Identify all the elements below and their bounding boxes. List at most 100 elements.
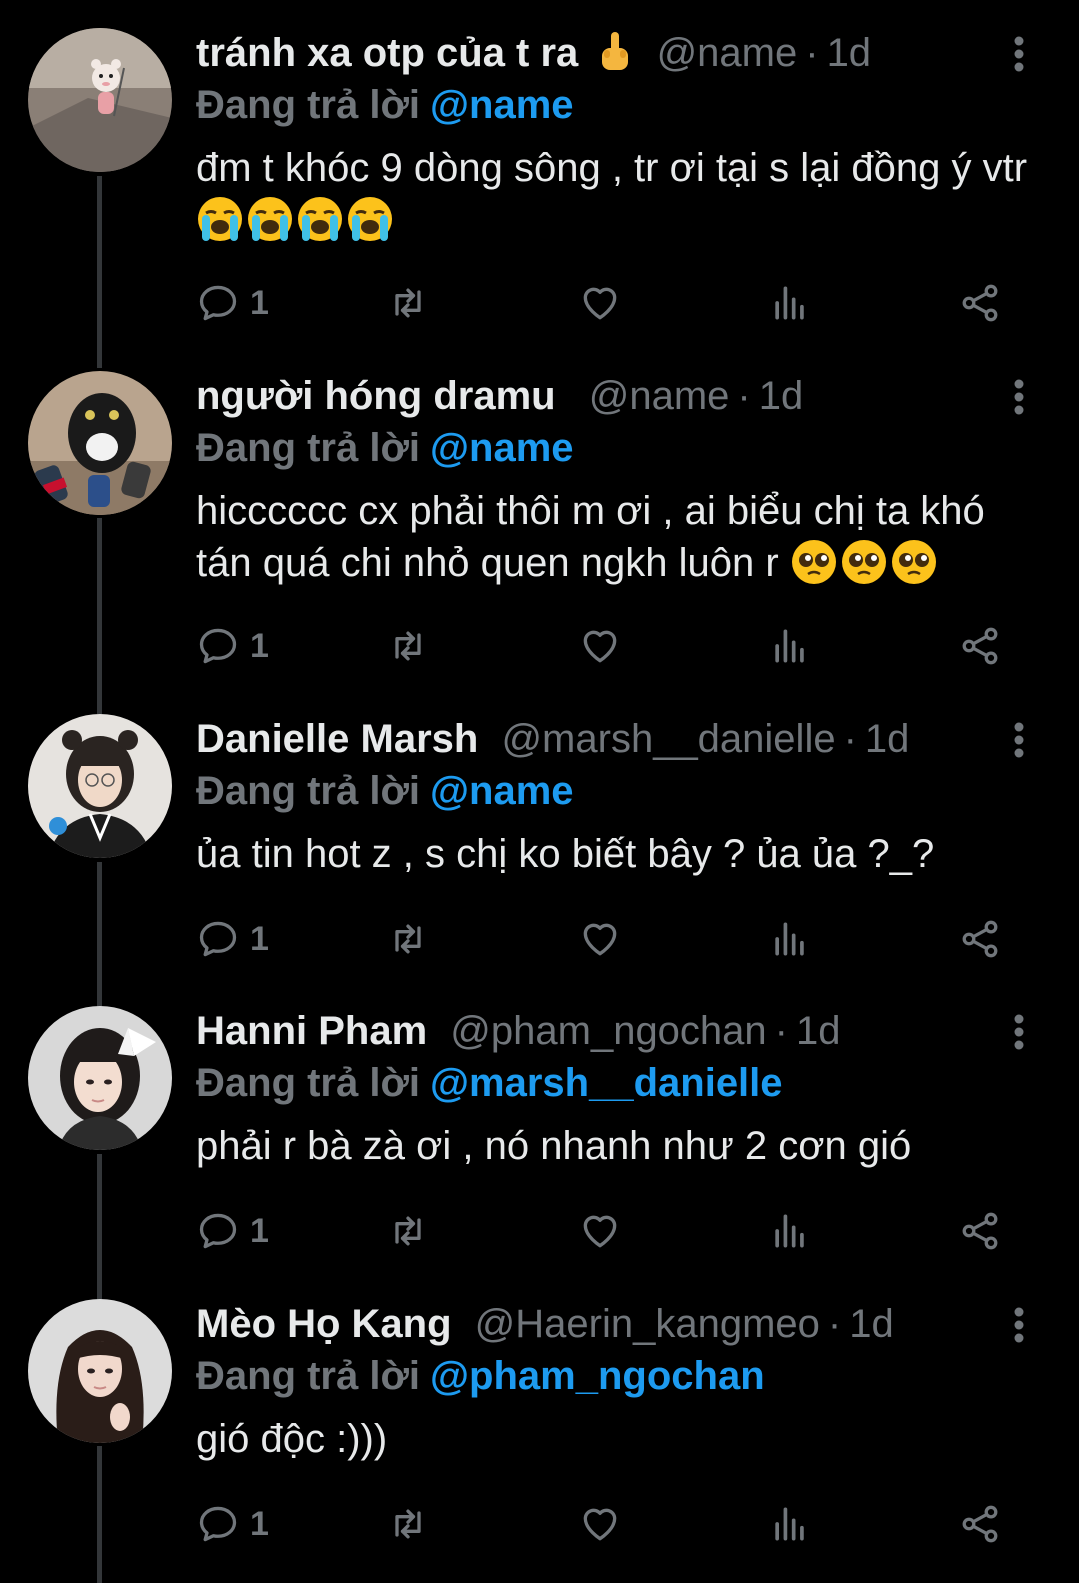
replying-to-label: Đang trả lời [196,1061,421,1105]
display-name[interactable]: tránh xa otp của t ra [196,31,578,75]
tweet[interactable]: Mèo Họ Kang @Haerin_kangmeo · 1d Đang trả … [0,1271,1079,1563]
avatar[interactable] [28,1299,172,1443]
tweet[interactable]: Hanni Pham @pham_ngochan · 1d Đang trả lời… [0,978,1079,1270]
timestamp[interactable]: 1d [796,1009,841,1053]
tweet-text: đm t khóc 9 dòng sông , tr ơi tại s lại … [196,142,1046,246]
user-handle[interactable]: @name [657,31,798,75]
tweet-text: gió độc :))) [196,1413,1046,1465]
tweet-text-content: đm t khóc 9 dòng sông , tr ơi tại s lại … [196,146,1028,190]
timestamp[interactable]: 1d [759,374,804,418]
views-icon [775,1214,804,1248]
tweet[interactable]: người hóng dramu @name · 1d Đang trả lời @n… [0,343,1079,665]
reply-count: 1 [250,626,269,665]
reply-button[interactable]: 1 [196,621,269,671]
reply-button[interactable]: 1 [196,278,269,328]
like-icon [583,287,617,320]
pleading-face-emoji [841,540,886,584]
separator-dot: · [737,374,751,418]
like-button[interactable] [578,914,622,964]
like-button[interactable] [578,621,622,671]
replying-to-label: Đang trả lời [196,426,421,470]
tweet[interactable]: Danielle Marsh @marsh__danielle · 1d Đang … [0,686,1079,978]
views-button[interactable] [768,914,812,964]
avatar-image [28,1006,172,1150]
share-button[interactable] [958,1499,1002,1549]
share-button[interactable] [958,914,1002,964]
views-icon [775,629,804,663]
timestamp[interactable]: 1d [849,1302,894,1346]
replying-to: Đang trả lời @name [196,765,574,817]
retweet-button[interactable] [386,278,430,328]
display-name[interactable]: Hanni Pham [196,1009,427,1053]
more-options-icon[interactable] [1013,1014,1025,1050]
user-handle[interactable]: @name [589,374,730,418]
retweet-button[interactable] [386,1499,430,1549]
tweet-header: người hóng dramu @name · 1d [196,371,803,421]
share-icon [962,284,998,322]
like-icon [583,1508,617,1541]
replying-to-handle[interactable]: @pham_ngochan [430,1354,765,1398]
reply-icon [199,628,237,664]
replying-to-handle[interactable]: @name [430,769,574,813]
like-button[interactable] [578,1499,622,1549]
middle-finger-emoji [602,32,629,70]
share-button[interactable] [958,621,1002,671]
retweet-button[interactable] [386,1206,430,1256]
tweet[interactable]: tránh xa otp của t ra @name · 1d Đang trả … [0,0,1079,322]
replying-to-handle[interactable]: @name [430,426,574,470]
pleading-face-emoji [791,540,836,584]
views-icon [775,922,804,956]
replying-to: Đang trả lời @marsh__danielle [196,1057,783,1109]
timestamp[interactable]: 1d [827,31,872,75]
like-button[interactable] [578,278,622,328]
like-icon [583,630,617,663]
retweet-button[interactable] [386,914,430,964]
avatar-image [28,371,172,515]
avatar[interactable] [28,1006,172,1150]
avatar[interactable] [28,371,172,515]
user-handle[interactable]: @pham_ngochan [450,1009,766,1053]
retweet-button[interactable] [386,621,430,671]
user-handle[interactable]: @marsh__danielle [501,717,835,761]
more-options-icon[interactable] [1013,379,1025,415]
avatar-image [28,714,172,858]
reply-button[interactable]: 1 [196,1206,269,1256]
replying-to: Đang trả lời @name [196,79,574,131]
tweet-actions: 1 [196,914,1016,964]
reply-button[interactable]: 1 [196,1499,269,1549]
timestamp[interactable]: 1d [865,717,910,761]
reply-icon [199,285,237,321]
replying-to-handle[interactable]: @name [430,83,574,127]
replying-to-label: Đang trả lời [196,769,421,813]
reply-icon [199,921,237,957]
replying-to-label: Đang trả lời [196,83,421,127]
reply-button[interactable]: 1 [196,914,269,964]
more-options-icon[interactable] [1013,722,1025,758]
tweet-header: Mèo Họ Kang @Haerin_kangmeo · 1d [196,1299,894,1349]
reply-count: 1 [250,919,269,958]
user-handle[interactable]: @Haerin_kangmeo [475,1302,820,1346]
avatar[interactable] [28,28,172,172]
more-options-icon[interactable] [1013,36,1025,72]
like-button[interactable] [578,1206,622,1256]
share-icon [962,627,998,665]
replying-to-handle[interactable]: @marsh__danielle [430,1061,783,1105]
retweet-icon [395,631,421,661]
display-name[interactable]: Mèo Họ Kang [196,1302,452,1346]
share-button[interactable] [958,1206,1002,1256]
views-button[interactable] [768,1206,812,1256]
like-icon [583,923,617,956]
views-button[interactable] [768,621,812,671]
share-button[interactable] [958,278,1002,328]
loudly-crying-face-emoji [248,197,292,241]
tweet-text: hicccccc cx phải thôi m ơi , ai biểu chị… [196,485,1046,589]
separator-dot: · [827,1302,842,1346]
tweet-text-content: ủa tin hot z , s chị ko biết bây ? ủa ủa… [196,832,935,876]
views-button[interactable] [768,1499,812,1549]
tweet-text-content: phải r bà zà ơi , nó nhanh như 2 cơn gió [196,1124,912,1168]
avatar[interactable] [28,714,172,858]
display-name[interactable]: người hóng dramu [196,374,556,418]
more-options-icon[interactable] [1013,1307,1025,1343]
views-button[interactable] [768,278,812,328]
display-name[interactable]: Danielle Marsh [196,717,478,761]
